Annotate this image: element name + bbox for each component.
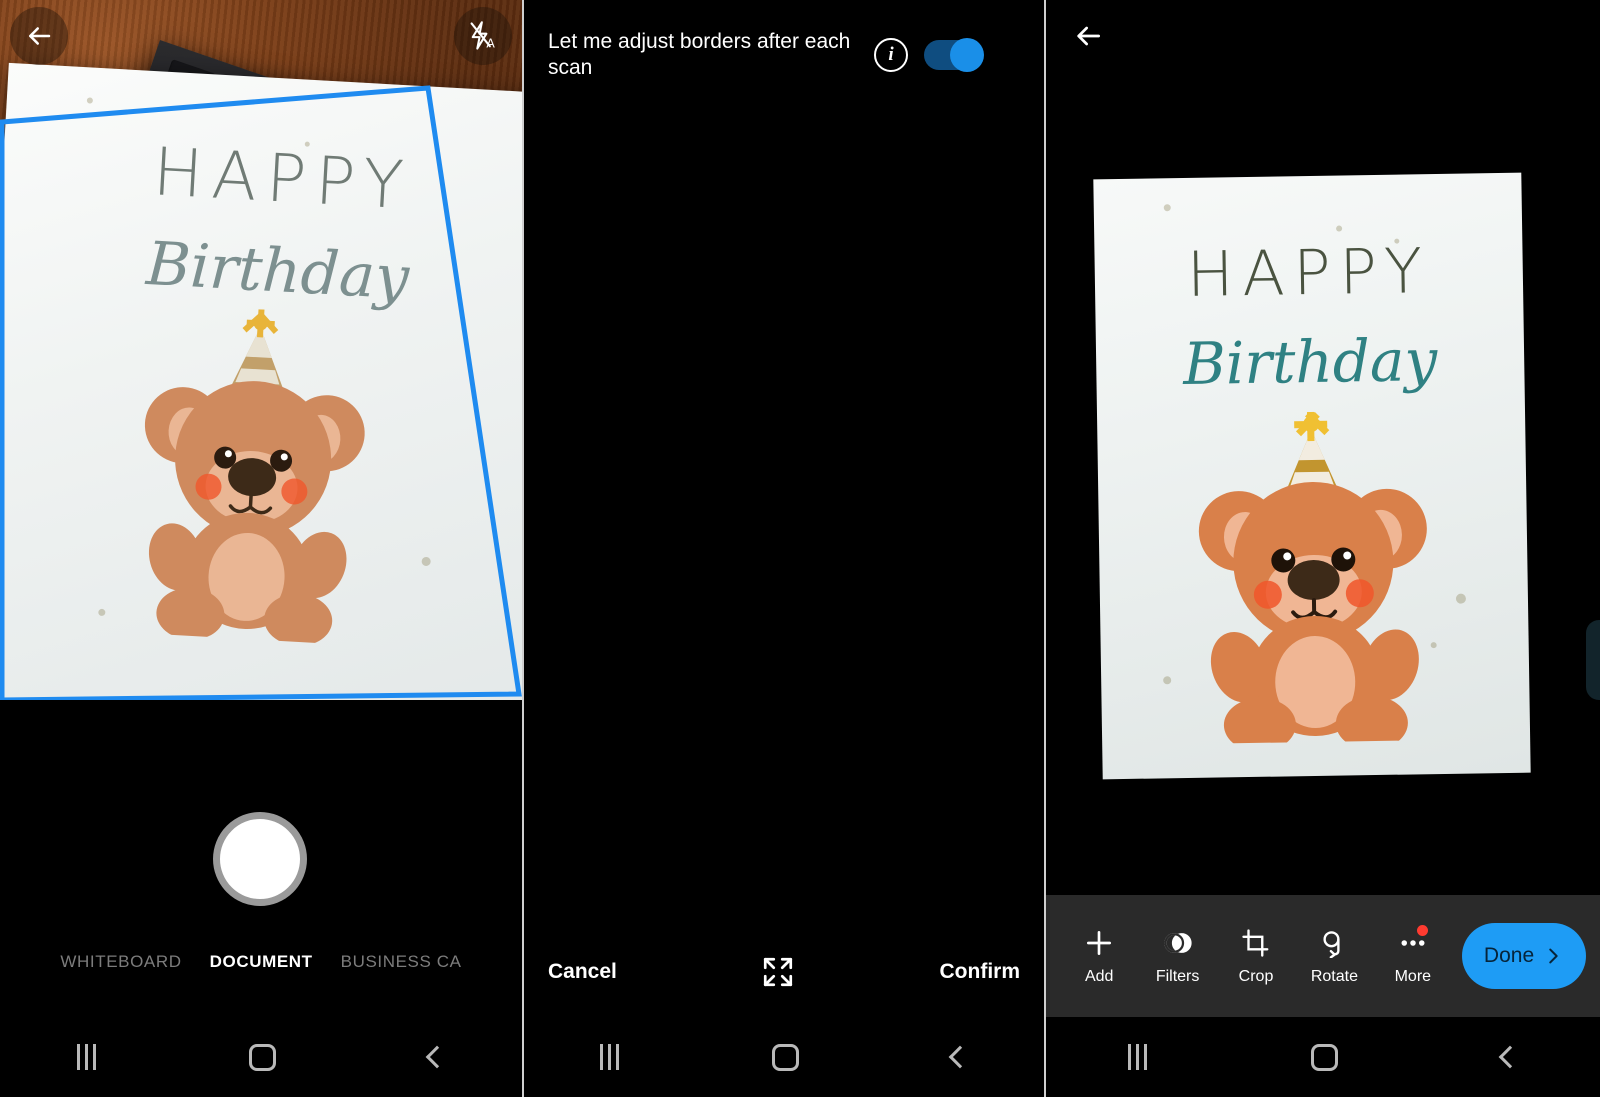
back-button[interactable] <box>10 7 68 65</box>
adjust-borders-setting-row: Let me adjust borders after each scan i <box>524 0 1044 110</box>
mode-tab-whiteboard[interactable]: WHITEBOARD <box>60 952 181 972</box>
arrow-left-icon <box>1072 20 1104 52</box>
crop-action-bar: Cancel Confirm <box>524 927 1044 1017</box>
add-button[interactable]: Add <box>1060 927 1138 986</box>
arrow-left-icon <box>24 21 54 51</box>
fullscreen-expand-icon[interactable] <box>761 955 795 989</box>
teddy-bear-illustration <box>93 301 411 647</box>
card-artwork: HAPPY Birthday <box>0 63 522 700</box>
rotate-icon <box>1319 927 1349 959</box>
next-page-peek-handle[interactable] <box>1586 620 1600 700</box>
home-icon[interactable] <box>772 1044 799 1071</box>
android-navbar <box>524 1017 1044 1097</box>
more-notification-badge <box>1417 925 1428 936</box>
filters-button[interactable]: Filters <box>1138 927 1216 986</box>
back-button[interactable] <box>1066 14 1110 58</box>
crop-button[interactable]: Crop <box>1217 927 1295 986</box>
back-icon[interactable] <box>948 1046 971 1069</box>
flash-auto-icon: A <box>467 20 499 52</box>
done-label: Done <box>1484 944 1534 968</box>
card-happy-text: HAPPY <box>1 125 522 233</box>
svg-text:A: A <box>486 36 495 50</box>
rotate-button[interactable]: Rotate <box>1295 927 1373 986</box>
back-icon[interactable] <box>426 1046 449 1069</box>
chevron-right-icon <box>1542 945 1564 967</box>
filters-label: Filters <box>1156 968 1200 986</box>
android-navbar <box>0 1017 522 1097</box>
card-artwork: HAPPY Birthday <box>1093 173 1530 780</box>
adjust-borders-toggle[interactable] <box>924 40 982 70</box>
confirm-button[interactable]: Confirm <box>940 960 1021 984</box>
teddy-bear-illustration <box>1161 410 1466 745</box>
scan-edit-screen: HAPPY Birthday <box>1044 0 1600 1097</box>
edit-toolbar: Add Filters <box>1046 895 1600 1017</box>
crop-label: Crop <box>1239 968 1274 986</box>
rotate-label: Rotate <box>1311 968 1358 986</box>
recents-icon[interactable] <box>1128 1044 1147 1070</box>
mode-tab-business-card[interactable]: BUSINESS CA <box>341 952 462 972</box>
camera-capture-screen: Esc F1 F6 F7 &7 8 U J M <box>0 0 522 1097</box>
home-icon[interactable] <box>249 1044 276 1071</box>
card-birthday-text: Birthday <box>0 221 522 322</box>
mode-tab-document[interactable]: DOCUMENT <box>210 952 313 972</box>
card-happy-text: HAPPY <box>1094 233 1523 313</box>
border-adjust-screen: Let me adjust borders after each scan i … <box>522 0 1044 1097</box>
plus-icon <box>1083 927 1115 959</box>
adjust-borders-label: Let me adjust borders after each scan <box>548 29 858 80</box>
three-panel-screenshot: Esc F1 F6 F7 &7 8 U J M <box>0 0 1600 1097</box>
capture-mode-tabs: WHITEBOARD DOCUMENT BUSINESS CA <box>0 945 522 979</box>
home-icon[interactable] <box>1311 1044 1338 1071</box>
birthday-card-physical: HAPPY Birthday <box>0 63 522 700</box>
info-circle-icon[interactable]: i <box>874 38 908 72</box>
done-button[interactable]: Done <box>1462 923 1586 989</box>
add-label: Add <box>1085 968 1113 986</box>
cancel-button[interactable]: Cancel <box>548 960 617 984</box>
more-label: More <box>1395 968 1431 986</box>
card-birthday-text: Birthday <box>1096 325 1525 400</box>
crop-icon <box>1241 927 1271 959</box>
scanned-page-preview[interactable]: HAPPY Birthday <box>1093 173 1530 780</box>
android-navbar <box>1046 1017 1600 1097</box>
filters-circles-icon <box>1163 927 1193 959</box>
flash-mode-button[interactable]: A <box>454 7 512 65</box>
back-icon[interactable] <box>1499 1046 1522 1069</box>
shutter-button[interactable] <box>213 812 307 906</box>
more-button[interactable]: More <box>1374 927 1452 986</box>
recents-icon[interactable] <box>600 1044 619 1070</box>
camera-viewfinder[interactable]: Esc F1 F6 F7 &7 8 U J M <box>0 0 522 700</box>
recents-icon[interactable] <box>77 1044 96 1070</box>
